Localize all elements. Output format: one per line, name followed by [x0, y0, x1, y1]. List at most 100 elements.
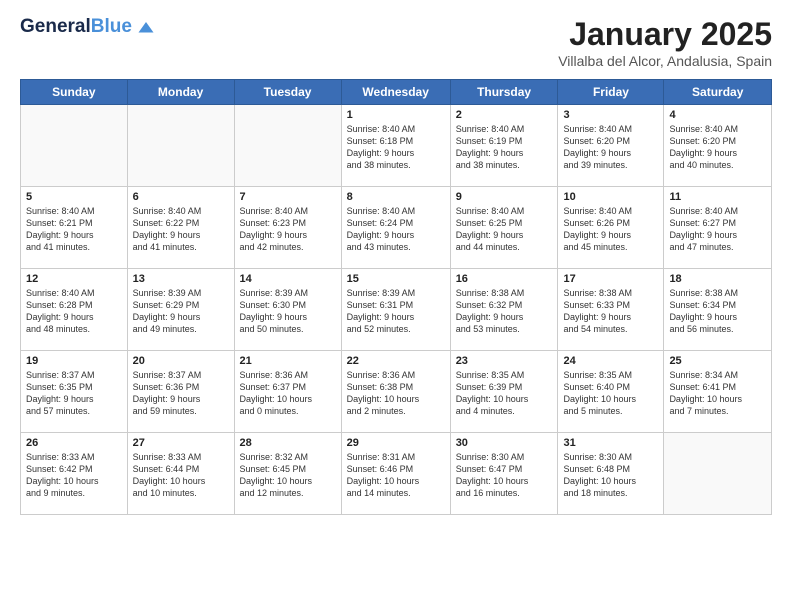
table-row: 24Sunrise: 8:35 AM Sunset: 6:40 PM Dayli… — [558, 351, 664, 433]
day-number: 5 — [26, 191, 122, 203]
page-container: GeneralBlue January 2025 Villalba del Al… — [0, 0, 792, 612]
day-number: 6 — [133, 191, 229, 203]
cell-info: Sunrise: 8:40 AM Sunset: 6:19 PM Dayligh… — [456, 123, 553, 172]
cell-info: Sunrise: 8:35 AM Sunset: 6:39 PM Dayligh… — [456, 369, 553, 418]
day-number: 4 — [669, 109, 766, 121]
day-number: 15 — [347, 273, 445, 285]
day-number: 12 — [26, 273, 122, 285]
cell-info: Sunrise: 8:33 AM Sunset: 6:42 PM Dayligh… — [26, 451, 122, 500]
cell-info: Sunrise: 8:40 AM Sunset: 6:18 PM Dayligh… — [347, 123, 445, 172]
day-number: 20 — [133, 355, 229, 367]
logo-general: General — [20, 16, 91, 37]
day-number: 13 — [133, 273, 229, 285]
table-row: 8 Sunrise: 8:40 AM Sunset: 6:24 PM Daylig… — [341, 187, 450, 269]
day-number: 1 — [347, 109, 445, 121]
day-number: 2 — [456, 109, 553, 121]
cell-info: Sunrise: 8:36 AM Sunset: 6:38 PM Dayligh… — [347, 369, 445, 418]
calendar-week-row: 5 Sunrise: 8:40 AM Sunset: 6:21 PM Daylig… — [21, 187, 772, 269]
cell-info: Sunrise: 8:30 AM Sunset: 6:48 PM Dayligh… — [563, 451, 658, 500]
table-row: 1 Sunrise: 8:40 AM Sunset: 6:18 PM Daylig… — [341, 105, 450, 187]
col-sunday: Sunday — [21, 80, 128, 105]
cell-info: Sunrise: 8:40 AM Sunset: 6:25 PM Dayligh… — [456, 205, 553, 254]
cell-info: Sunrise: 8:40 AM Sunset: 6:27 PM Dayligh… — [669, 205, 766, 254]
cell-info: Sunrise: 8:31 AM Sunset: 6:46 PM Dayligh… — [347, 451, 445, 500]
day-number: 3 — [563, 109, 658, 121]
cell-info: Sunrise: 8:37 AM Sunset: 6:35 PM Dayligh… — [26, 369, 122, 418]
calendar-week-row: 19Sunrise: 8:37 AM Sunset: 6:35 PM Dayli… — [21, 351, 772, 433]
col-wednesday: Wednesday — [341, 80, 450, 105]
calendar-table: Sunday Monday Tuesday Wednesday Thursday… — [20, 79, 772, 515]
month-title: January 2025 — [558, 16, 772, 53]
table-row — [664, 433, 772, 515]
cell-info: Sunrise: 8:30 AM Sunset: 6:47 PM Dayligh… — [456, 451, 553, 500]
table-row: 23 Sunrise: 8:35 AM Sunset: 6:39 PM Dayli… — [450, 351, 558, 433]
table-row: 27 Sunrise: 8:33 AM Sunset: 6:44 PM Dayli… — [127, 433, 234, 515]
day-number: 7 — [240, 191, 336, 203]
cell-info: Sunrise: 8:39 AM Sunset: 6:30 PM Dayligh… — [240, 287, 336, 336]
table-row: 18 Sunrise: 8:38 AM Sunset: 6:34 PM Dayli… — [664, 269, 772, 351]
day-number: 9 — [456, 191, 553, 203]
table-row: 30 Sunrise: 8:30 AM Sunset: 6:47 PM Dayli… — [450, 433, 558, 515]
table-row: 12 Sunrise: 8:40 AM Sunset: 6:28 PM Dayli… — [21, 269, 128, 351]
day-number: 26 — [26, 437, 122, 449]
col-tuesday: Tuesday — [234, 80, 341, 105]
cell-info: Sunrise: 8:35 AM Sunset: 6:40 PM Dayligh… — [563, 369, 658, 418]
table-row: 9 Sunrise: 8:40 AM Sunset: 6:25 PM Daylig… — [450, 187, 558, 269]
table-row: 3 Sunrise: 8:40 AM Sunset: 6:20 PM Daylig… — [558, 105, 664, 187]
table-row: 25Sunrise: 8:34 AM Sunset: 6:41 PM Dayli… — [664, 351, 772, 433]
logo: GeneralBlue — [20, 16, 155, 38]
cell-info: Sunrise: 8:40 AM Sunset: 6:21 PM Dayligh… — [26, 205, 122, 254]
cell-info: Sunrise: 8:38 AM Sunset: 6:33 PM Dayligh… — [563, 287, 658, 336]
cell-info: Sunrise: 8:32 AM Sunset: 6:45 PM Dayligh… — [240, 451, 336, 500]
table-row: 26 Sunrise: 8:33 AM Sunset: 6:42 PM Dayli… — [21, 433, 128, 515]
table-row: 10 Sunrise: 8:40 AM Sunset: 6:26 PM Dayli… — [558, 187, 664, 269]
day-number: 23 — [456, 355, 553, 367]
table-row: 28Sunrise: 8:32 AM Sunset: 6:45 PM Dayli… — [234, 433, 341, 515]
cell-info: Sunrise: 8:40 AM Sunset: 6:20 PM Dayligh… — [563, 123, 658, 172]
table-row: 14 Sunrise: 8:39 AM Sunset: 6:30 PM Dayli… — [234, 269, 341, 351]
cell-info: Sunrise: 8:40 AM Sunset: 6:24 PM Dayligh… — [347, 205, 445, 254]
table-row: 6 Sunrise: 8:40 AM Sunset: 6:22 PM Daylig… — [127, 187, 234, 269]
calendar-header-row: Sunday Monday Tuesday Wednesday Thursday… — [21, 80, 772, 105]
cell-info: Sunrise: 8:36 AM Sunset: 6:37 PM Dayligh… — [240, 369, 336, 418]
day-number: 31 — [563, 437, 658, 449]
day-number: 21 — [240, 355, 336, 367]
table-row: 19Sunrise: 8:37 AM Sunset: 6:35 PM Dayli… — [21, 351, 128, 433]
table-row: 4Sunrise: 8:40 AM Sunset: 6:20 PM Daylig… — [664, 105, 772, 187]
table-row: 2 Sunrise: 8:40 AM Sunset: 6:19 PM Daylig… — [450, 105, 558, 187]
calendar-week-row: 26 Sunrise: 8:33 AM Sunset: 6:42 PM Dayli… — [21, 433, 772, 515]
day-number: 17 — [563, 273, 658, 285]
day-number: 8 — [347, 191, 445, 203]
table-row: 29Sunrise: 8:31 AM Sunset: 6:46 PM Dayli… — [341, 433, 450, 515]
cell-info: Sunrise: 8:34 AM Sunset: 6:41 PM Dayligh… — [669, 369, 766, 418]
table-row — [21, 105, 128, 187]
col-monday: Monday — [127, 80, 234, 105]
day-number: 27 — [133, 437, 229, 449]
table-row: 15 Sunrise: 8:39 AM Sunset: 6:31 PM Dayli… — [341, 269, 450, 351]
table-row: 13 Sunrise: 8:39 AM Sunset: 6:29 PM Dayli… — [127, 269, 234, 351]
cell-info: Sunrise: 8:39 AM Sunset: 6:31 PM Dayligh… — [347, 287, 445, 336]
cell-info: Sunrise: 8:40 AM Sunset: 6:22 PM Dayligh… — [133, 205, 229, 254]
header: GeneralBlue January 2025 Villalba del Al… — [20, 16, 772, 69]
table-row: 21 Sunrise: 8:36 AM Sunset: 6:37 PM Dayli… — [234, 351, 341, 433]
cell-info: Sunrise: 8:40 AM Sunset: 6:28 PM Dayligh… — [26, 287, 122, 336]
logo-icon — [137, 19, 155, 37]
col-friday: Friday — [558, 80, 664, 105]
cell-info: Sunrise: 8:40 AM Sunset: 6:26 PM Dayligh… — [563, 205, 658, 254]
cell-info: Sunrise: 8:39 AM Sunset: 6:29 PM Dayligh… — [133, 287, 229, 336]
table-row: 31 Sunrise: 8:30 AM Sunset: 6:48 PM Dayli… — [558, 433, 664, 515]
day-number: 22 — [347, 355, 445, 367]
calendar-week-row: 1 Sunrise: 8:40 AM Sunset: 6:18 PM Daylig… — [21, 105, 772, 187]
logo-blue: Blue — [91, 16, 132, 37]
table-row: 22 Sunrise: 8:36 AM Sunset: 6:38 PM Dayli… — [341, 351, 450, 433]
cell-info: Sunrise: 8:33 AM Sunset: 6:44 PM Dayligh… — [133, 451, 229, 500]
table-row: 20 Sunrise: 8:37 AM Sunset: 6:36 PM Dayli… — [127, 351, 234, 433]
day-number: 11 — [669, 191, 766, 203]
day-number: 30 — [456, 437, 553, 449]
cell-info: Sunrise: 8:38 AM Sunset: 6:34 PM Dayligh… — [669, 287, 766, 336]
location: Villalba del Alcor, Andalusia, Spain — [558, 53, 772, 69]
cell-info: Sunrise: 8:37 AM Sunset: 6:36 PM Dayligh… — [133, 369, 229, 418]
day-number: 18 — [669, 273, 766, 285]
day-number: 10 — [563, 191, 658, 203]
day-number: 14 — [240, 273, 336, 285]
